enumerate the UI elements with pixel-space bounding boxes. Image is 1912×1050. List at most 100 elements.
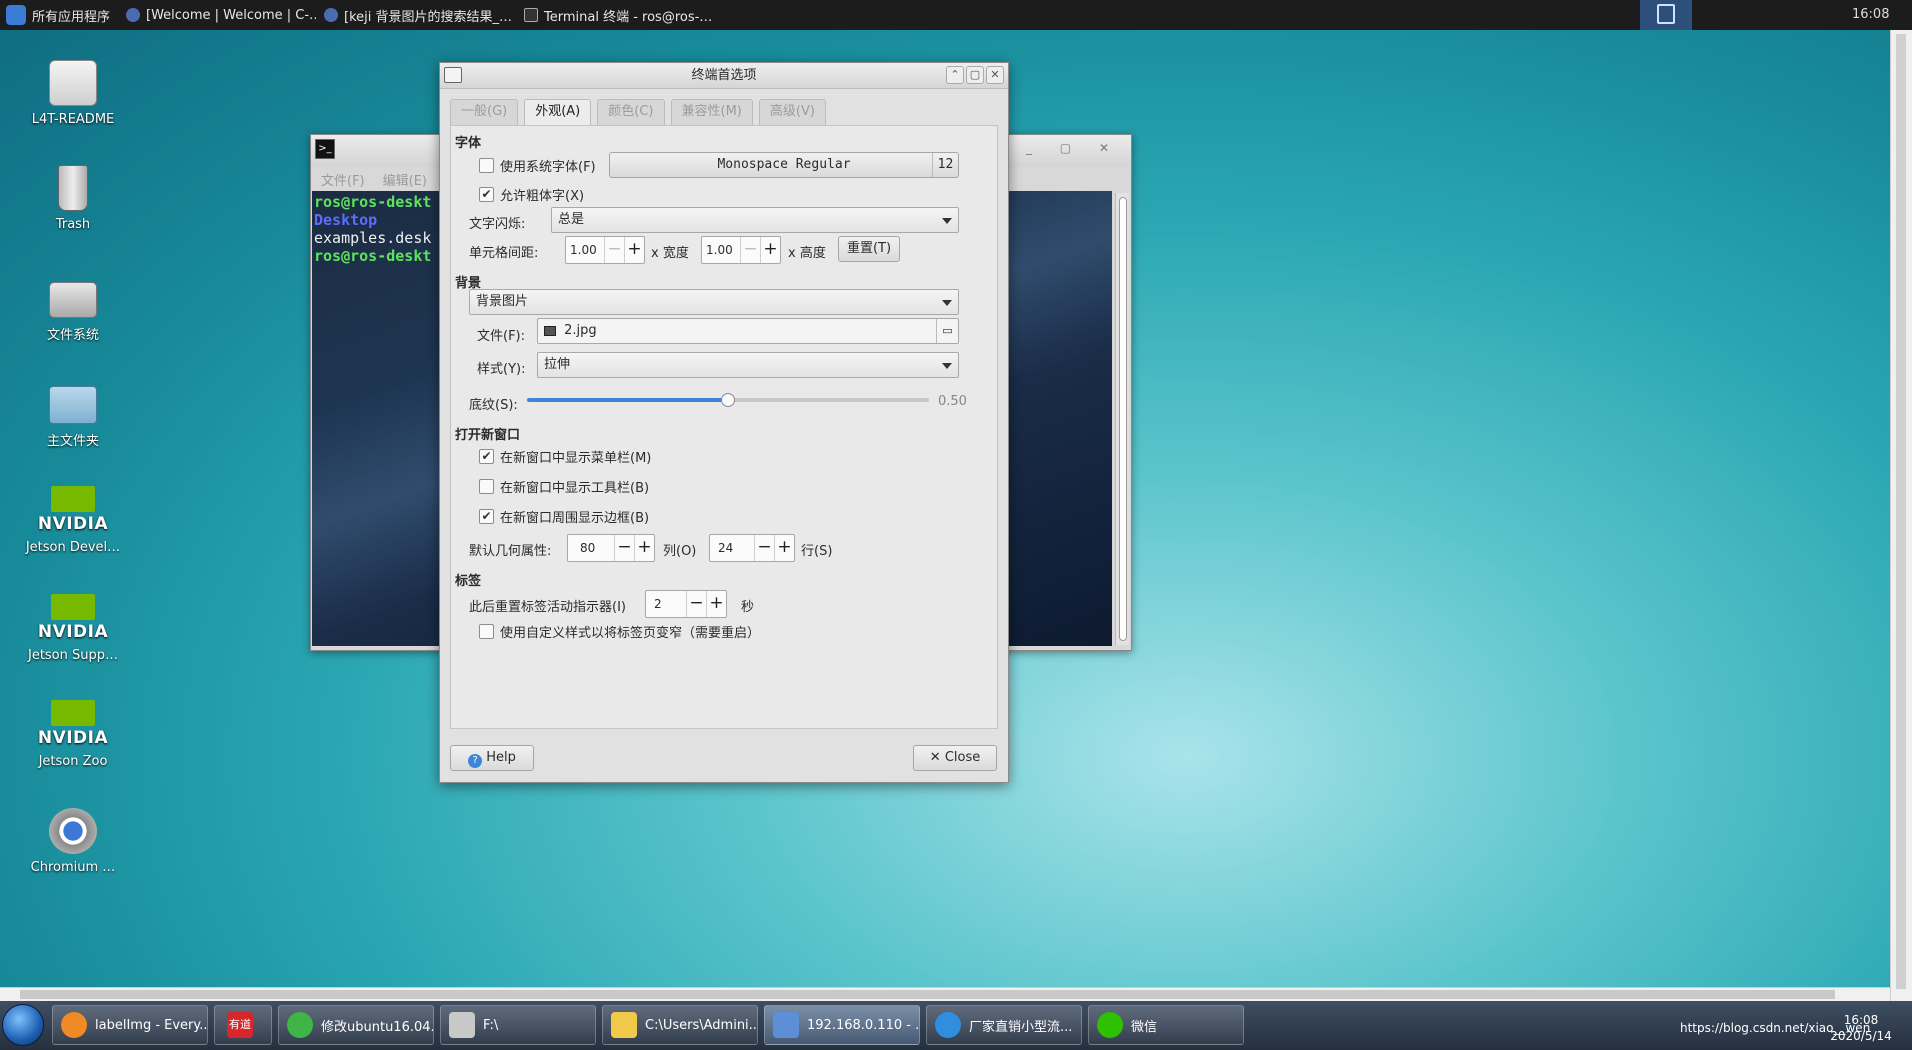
checkbox-box[interactable]: ✔ xyxy=(479,449,494,464)
taskbar-item-youdao[interactable]: 有道 xyxy=(214,1005,272,1045)
desktop-icon-home[interactable]: 主文件夹 xyxy=(3,378,143,449)
taskbar-item-remote-desktop[interactable]: 192.168.0.110 - ... xyxy=(764,1005,920,1045)
show-menubar-checkbox[interactable]: ✔ 在新窗口中显示菜单栏(M) xyxy=(479,447,651,466)
desktop-icon-jetson-zoo[interactable]: NVIDIA Jetson Zoo xyxy=(3,700,143,769)
tab-appearance[interactable]: 外观(A) xyxy=(524,99,592,125)
background-file-chooser[interactable]: 2.jpg ▭ xyxy=(537,318,959,344)
close-icon: ✕ xyxy=(929,750,941,765)
close-icon[interactable]: ✕ xyxy=(986,66,1004,84)
nvidia-wordmark: NVIDIA xyxy=(37,728,109,748)
scroll-thumb[interactable] xyxy=(1119,197,1127,641)
checkbox-label: 在新窗口中显示菜单栏(M) xyxy=(500,451,652,466)
cell-width-spinner[interactable]: 1.00 − + xyxy=(565,236,645,264)
show-borders-checkbox[interactable]: ✔ 在新窗口周围显示边框(B) xyxy=(479,507,649,526)
terminal-preferences-dialog: 终端首选项 ⌃ ▢ ✕ 一般(G) 外观(A) 颜色(C) 兼容性(M) 高级(… xyxy=(439,62,1009,783)
applications-menu[interactable]: 所有应用程序 xyxy=(6,0,110,30)
background-type-select[interactable]: 背景图片 xyxy=(469,289,959,315)
plus-icon[interactable]: + xyxy=(774,535,794,561)
slider-fill xyxy=(527,398,728,402)
vertical-scrollbar[interactable] xyxy=(1890,30,1912,1001)
plus-icon[interactable]: + xyxy=(634,535,654,561)
taskbar-item-drive-f[interactable]: F:\ xyxy=(440,1005,596,1045)
plus-icon[interactable]: + xyxy=(624,237,644,263)
font-chooser-button[interactable]: Monospace Regular 12 xyxy=(609,152,959,178)
cell-height-spinner[interactable]: 1.00 − + xyxy=(701,236,781,264)
maximize-icon[interactable]: ▢ xyxy=(966,66,984,84)
menu-edit[interactable]: 编辑(E) xyxy=(383,170,427,189)
checkbox-box[interactable] xyxy=(479,158,494,173)
applications-menu-label: 所有应用程序 xyxy=(32,9,111,25)
reset-spacing-button[interactable]: 重置(T) xyxy=(838,236,900,262)
horizontal-scrollbar[interactable] xyxy=(0,987,1890,1001)
rows-spinner[interactable]: 24 − + xyxy=(709,534,795,562)
slider-handle[interactable] xyxy=(721,393,735,407)
scroll-thumb[interactable] xyxy=(20,990,1835,999)
section-tabs: 标签 xyxy=(455,574,482,589)
tab-compatibility[interactable]: 兼容性(M) xyxy=(670,99,753,125)
checkbox-box[interactable]: ✔ xyxy=(479,509,494,524)
top-panel: 所有应用程序 [Welcome | Welcome | C-… [keji 背景… xyxy=(0,0,1912,30)
allow-bold-checkbox[interactable]: ✔ 允许粗体字(X) xyxy=(479,185,584,204)
taskbar-item-wechat[interactable]: 微信 xyxy=(1088,1005,1244,1045)
folder-icon xyxy=(611,1012,637,1038)
background-file-value: 2.jpg xyxy=(564,323,597,338)
cell-height-value[interactable]: 1.00 xyxy=(702,237,740,263)
reset-activity-value[interactable]: 2 xyxy=(646,591,686,617)
desktop-icon-l4t-readme[interactable]: L4T-README xyxy=(3,60,143,127)
rows-value[interactable]: 24 xyxy=(710,535,754,561)
menu-file[interactable]: 文件(F) xyxy=(321,170,365,189)
plus-icon[interactable]: + xyxy=(760,237,780,263)
nvidia-logo-icon xyxy=(51,486,95,512)
scroll-thumb[interactable] xyxy=(1896,34,1906,989)
text-blink-select[interactable]: 总是 xyxy=(551,207,959,233)
plus-icon[interactable]: + xyxy=(706,591,726,617)
tab-general[interactable]: 一般(G) xyxy=(450,99,519,125)
taskbar-item-ubuntu-article[interactable]: 修改ubuntu16.04... xyxy=(278,1005,434,1045)
checkbox-box[interactable]: ✔ xyxy=(479,187,494,202)
panel-task-keji[interactable]: [keji 背景图片的搜索结果_… xyxy=(324,0,514,30)
help-button[interactable]: ? Help xyxy=(450,745,534,771)
tab-advanced[interactable]: 高级(V) xyxy=(758,99,826,125)
show-toolbar-checkbox[interactable]: 在新窗口中显示工具栏(B) xyxy=(479,477,649,496)
desktop-icon-jetson-supp[interactable]: NVIDIA Jetson Supp… xyxy=(3,594,143,663)
workspace-switcher[interactable] xyxy=(1640,0,1692,30)
reset-activity-spinner[interactable]: 2 − + xyxy=(645,590,727,618)
taskbar-item-ie[interactable]: 厂家直销小型流... xyxy=(926,1005,1082,1045)
checkbox-box[interactable] xyxy=(479,624,494,639)
wechat-icon xyxy=(1097,1012,1123,1038)
shading-value: 0.50 xyxy=(938,394,967,409)
use-system-font-checkbox[interactable]: 使用系统字体(F) xyxy=(479,156,596,175)
minus-icon[interactable]: − xyxy=(614,535,634,561)
taskbar-clock[interactable]: 16:08 2020/5/14 xyxy=(1826,1012,1896,1044)
desktop-icon-trash[interactable]: Trash xyxy=(3,165,143,232)
desktop-icon-filesystem[interactable]: 文件系统 xyxy=(3,272,143,343)
taskbar-item-explorer[interactable]: C:\Users\Admini... xyxy=(602,1005,758,1045)
checkbox-box[interactable] xyxy=(479,479,494,494)
checkbox-label: 在新窗口中显示工具栏(B) xyxy=(500,481,650,496)
minus-icon[interactable]: − xyxy=(604,237,624,263)
desktop-icon-chromium[interactable]: Chromium … xyxy=(3,808,143,875)
minus-icon[interactable]: − xyxy=(754,535,774,561)
folder-open-icon[interactable]: ▭ xyxy=(936,319,958,343)
shading-slider[interactable] xyxy=(527,390,929,410)
cell-width-value[interactable]: 1.00 xyxy=(566,237,604,263)
terminal-scrollbar[interactable] xyxy=(1115,193,1129,645)
background-style-select[interactable]: 拉伸 xyxy=(537,352,959,378)
terminal-icon xyxy=(524,8,538,22)
minus-icon[interactable]: − xyxy=(740,237,760,263)
shade-icon[interactable]: ⌃ xyxy=(946,66,964,84)
panel-task-terminal[interactable]: Terminal 终端 - ros@ros-… xyxy=(524,0,720,30)
taskbar-item-labelimg[interactable]: labelImg - Every... xyxy=(52,1005,208,1045)
columns-spinner[interactable]: 80 − + xyxy=(567,534,655,562)
dialog-titlebar[interactable]: 终端首选项 ⌃ ▢ ✕ xyxy=(440,63,1008,89)
tab-colors[interactable]: 颜色(C) xyxy=(597,99,665,125)
desktop-icon-jetson-devel[interactable]: NVIDIA Jetson Devel… xyxy=(3,486,143,555)
panel-task-welcome[interactable]: [Welcome | Welcome | C-… xyxy=(126,0,316,30)
windows-start-button[interactable] xyxy=(2,1004,44,1046)
narrow-tabs-checkbox[interactable]: 使用自定义样式以将标签页变窄（需要重启） xyxy=(479,622,760,641)
nvidia-logo-icon xyxy=(51,700,95,726)
close-button[interactable]: ✕ Close xyxy=(913,745,997,771)
columns-value[interactable]: 80 xyxy=(568,535,614,561)
nvidia-logo-icon xyxy=(51,594,95,620)
minus-icon[interactable]: − xyxy=(686,591,706,617)
